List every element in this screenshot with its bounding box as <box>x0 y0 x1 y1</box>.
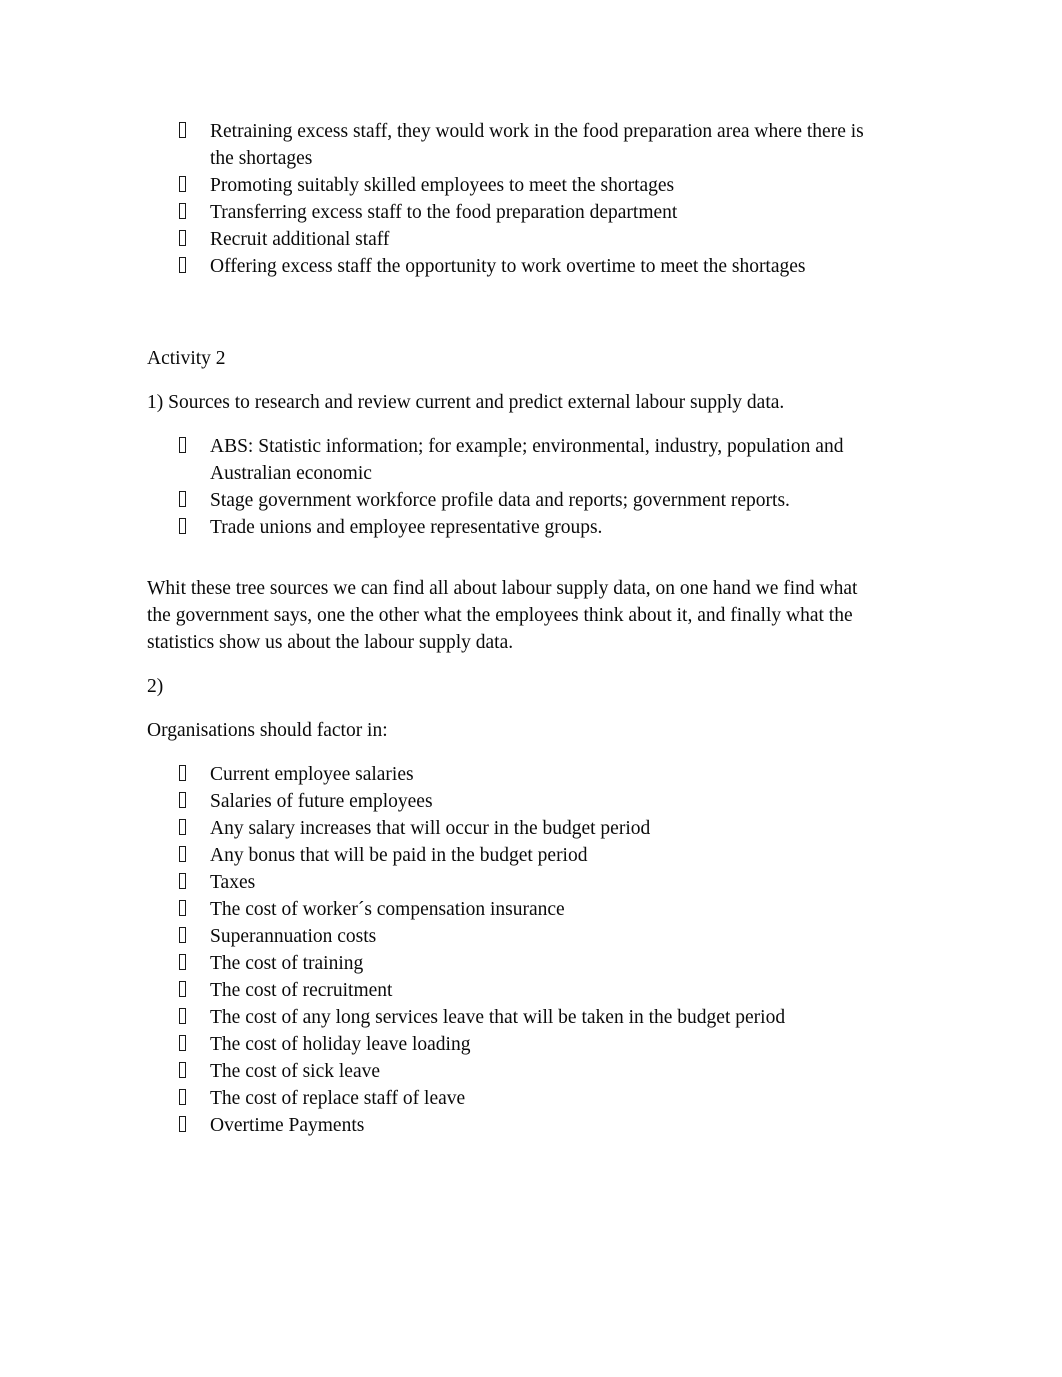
list-item: The cost of training <box>147 950 870 977</box>
list-item-label: Superannuation costs <box>210 926 377 947</box>
bullet-missing-glyph-icon <box>179 927 186 943</box>
list-item: Current employee salaries <box>147 761 870 788</box>
bullet-missing-glyph-icon <box>179 1008 186 1024</box>
bullet-missing-glyph-icon <box>179 819 186 835</box>
question-1-text: 1) Sources to research and review curren… <box>147 392 785 413</box>
list-item: The cost of any long services leave that… <box>147 1004 870 1031</box>
bullet-missing-glyph-icon <box>179 1035 186 1051</box>
list-item-label: Any salary increases that will occur in … <box>210 818 651 839</box>
list-item: Recruit additional staff <box>147 226 870 253</box>
list-item-label: Current employee salaries <box>210 764 414 785</box>
bullet-missing-glyph-icon <box>179 491 186 507</box>
list-item-label: The cost of replace staff of leave <box>210 1088 466 1109</box>
sources-list: ABS: Statistic information; for example;… <box>147 433 907 541</box>
document-page: Retraining excess staff, they would work… <box>0 0 1062 1377</box>
list-item-label: Any bonus that will be paid in the budge… <box>210 845 588 866</box>
list-item: Any bonus that will be paid in the budge… <box>147 842 870 869</box>
list-item-label: Trade unions and employee representative… <box>210 517 603 538</box>
bullet-missing-glyph-icon <box>179 1089 186 1105</box>
list-item-label: Retraining excess staff, they would work… <box>210 121 864 169</box>
bullet-missing-glyph-icon <box>179 846 186 862</box>
list-item: The cost of recruitment <box>147 977 870 1004</box>
bullet-missing-glyph-icon <box>179 518 186 534</box>
factors-intro-text: Organisations should factor in: <box>147 720 388 741</box>
bullet-missing-glyph-icon <box>179 873 186 889</box>
bullet-missing-glyph-icon <box>179 122 186 138</box>
strategies-list: Retraining excess staff, they would work… <box>147 118 907 280</box>
bullet-missing-glyph-icon <box>179 981 186 997</box>
activity-2-heading: Activity 2 <box>147 348 226 369</box>
list-item: Superannuation costs <box>147 923 870 950</box>
list-item: ABS: Statistic information; for example;… <box>147 433 870 487</box>
sources-explanation-text: Whit these tree sources we can find all … <box>147 578 858 653</box>
bullet-missing-glyph-icon <box>179 203 186 219</box>
cost-factors-list: Current employee salaries Salaries of fu… <box>147 761 907 1139</box>
bullet-missing-glyph-icon <box>179 792 186 808</box>
bullet-missing-glyph-icon <box>179 257 186 273</box>
list-item: Transferring excess staff to the food pr… <box>147 199 870 226</box>
list-item-label: Stage government workforce profile data … <box>210 490 790 511</box>
document-body: Retraining excess staff, they would work… <box>147 118 907 1139</box>
list-item-label: The cost of any long services leave that… <box>210 1007 786 1028</box>
list-item: Salaries of future employees <box>147 788 870 815</box>
list-item: Offering excess staff the opportunity to… <box>147 253 870 280</box>
list-item-label: The cost of holiday leave loading <box>210 1034 471 1055</box>
list-item-label: ABS: Statistic information; for example;… <box>210 436 844 484</box>
list-item: Stage government workforce profile data … <box>147 487 870 514</box>
bullet-missing-glyph-icon <box>179 765 186 781</box>
list-item-label: Offering excess staff the opportunity to… <box>210 256 806 277</box>
list-item: Trade unions and employee representative… <box>147 514 870 541</box>
bullet-missing-glyph-icon <box>179 1062 186 1078</box>
list-item: The cost of worker´s compensation insura… <box>147 896 870 923</box>
list-item-label: Transferring excess staff to the food pr… <box>210 202 678 223</box>
bullet-missing-glyph-icon <box>179 437 186 453</box>
bullet-missing-glyph-icon <box>179 230 186 246</box>
list-item-label: The cost of recruitment <box>210 980 393 1001</box>
bullet-missing-glyph-icon <box>179 900 186 916</box>
list-item: Overtime Payments <box>147 1112 870 1139</box>
list-item-label: Salaries of future employees <box>210 791 433 812</box>
question-2-text: 2) <box>147 676 164 697</box>
list-item-label: Taxes <box>210 872 256 893</box>
list-item: The cost of replace staff of leave <box>147 1085 870 1112</box>
list-item-label: Recruit additional staff <box>210 229 390 250</box>
list-item: Retraining excess staff, they would work… <box>147 118 870 172</box>
list-item: The cost of sick leave <box>147 1058 870 1085</box>
list-item: The cost of holiday leave loading <box>147 1031 870 1058</box>
list-item-label: The cost of training <box>210 953 364 974</box>
list-item-label: The cost of worker´s compensation insura… <box>210 899 565 920</box>
bullet-missing-glyph-icon <box>179 954 186 970</box>
list-item-label: Promoting suitably skilled employees to … <box>210 175 675 196</box>
list-item: Taxes <box>147 869 870 896</box>
bullet-missing-glyph-icon <box>179 176 186 192</box>
list-item: Any salary increases that will occur in … <box>147 815 870 842</box>
list-item: Promoting suitably skilled employees to … <box>147 172 870 199</box>
bullet-missing-glyph-icon <box>179 1116 186 1132</box>
list-item-label: The cost of sick leave <box>210 1061 381 1082</box>
list-item-label: Overtime Payments <box>210 1115 365 1136</box>
